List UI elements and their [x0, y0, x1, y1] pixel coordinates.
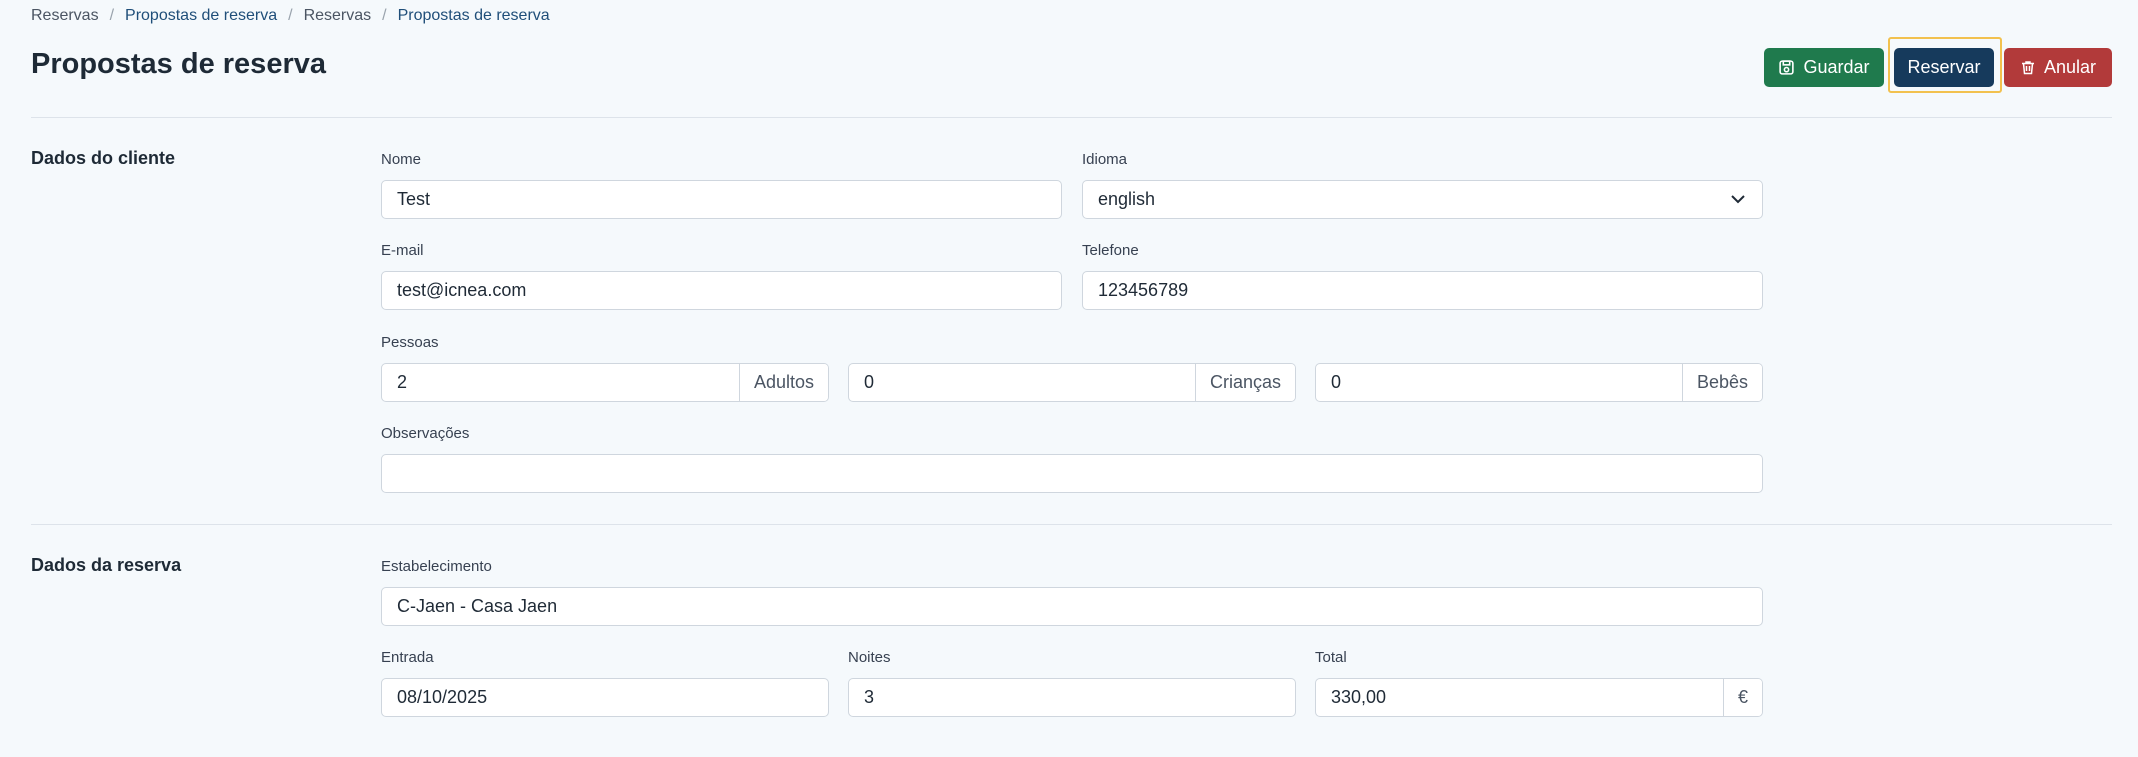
nights-input[interactable] [849, 679, 1295, 716]
property-label: Estabelecimento [381, 558, 492, 575]
babies-field: Bebês [1315, 363, 1763, 402]
name-label: Nome [381, 151, 422, 168]
people-label: Pessoas [381, 334, 439, 351]
checkin-field [381, 678, 829, 717]
save-button[interactable]: Guardar [1764, 48, 1884, 87]
notes-label: Observações [381, 425, 470, 442]
children-addon: Crianças [1194, 364, 1295, 401]
property-input[interactable] [382, 588, 1762, 625]
breadcrumb: Reservas / Propostas de reserva / Reserv… [31, 7, 550, 25]
checkin-input[interactable] [382, 679, 828, 716]
page-title: Propostas de reserva [31, 48, 326, 80]
adults-field: Adultos [381, 363, 829, 402]
nights-field [848, 678, 1296, 717]
breadcrumb-separator: / [382, 7, 387, 24]
children-field: Crianças [848, 363, 1296, 402]
email-label: E-mail [381, 242, 424, 259]
phone-input[interactable] [1083, 272, 1762, 309]
cancel-button-label: Anular [2043, 57, 2097, 77]
notes-input[interactable] [382, 455, 1762, 492]
breadcrumb-reservas-2[interactable]: Reservas [304, 7, 372, 25]
property-field [381, 587, 1763, 626]
email-input[interactable] [382, 272, 1061, 309]
adults-input[interactable] [382, 364, 739, 401]
breadcrumb-separator: / [109, 7, 115, 24]
email-field [381, 271, 1062, 310]
header-divider [31, 117, 2112, 118]
save-button-label: Guardar [1803, 57, 1870, 77]
adults-addon: Adultos [738, 364, 828, 401]
cancel-button[interactable]: Anular [2004, 48, 2112, 87]
language-select[interactable]: english [1082, 180, 1763, 219]
language-value: english [1098, 189, 1156, 209]
children-input[interactable] [849, 364, 1195, 401]
section-title-client: Dados do cliente [31, 148, 176, 168]
notes-field [381, 454, 1763, 493]
name-input[interactable] [382, 181, 1061, 218]
babies-addon: Bebês [1681, 364, 1762, 401]
breadcrumb-reservas[interactable]: Reservas [31, 7, 99, 25]
book-button-label: Reservar [1907, 57, 1981, 77]
nights-label: Noites [848, 649, 891, 666]
breadcrumb-current: Propostas de reserva [397, 7, 550, 24]
section-title-booking: Dados da reserva [31, 555, 182, 575]
currency-addon: € [1722, 679, 1762, 716]
babies-input[interactable] [1316, 364, 1682, 401]
phone-field [1082, 271, 1763, 310]
save-icon [1778, 59, 1795, 76]
total-label: Total [1315, 649, 1347, 666]
total-field: € [1315, 678, 1763, 717]
total-input[interactable] [1316, 679, 1723, 716]
breadcrumb-separator: / [288, 7, 293, 24]
section-divider [31, 524, 2112, 525]
language-label: Idioma [1082, 151, 1128, 168]
trash-icon [2020, 59, 2036, 76]
breadcrumb-propostas[interactable]: Propostas de reserva [125, 7, 277, 25]
chevron-down-icon [1714, 195, 1762, 204]
book-button[interactable]: Reservar [1894, 48, 1994, 87]
name-field [381, 180, 1062, 219]
checkin-label: Entrada [381, 649, 434, 666]
phone-label: Telefone [1082, 242, 1139, 259]
